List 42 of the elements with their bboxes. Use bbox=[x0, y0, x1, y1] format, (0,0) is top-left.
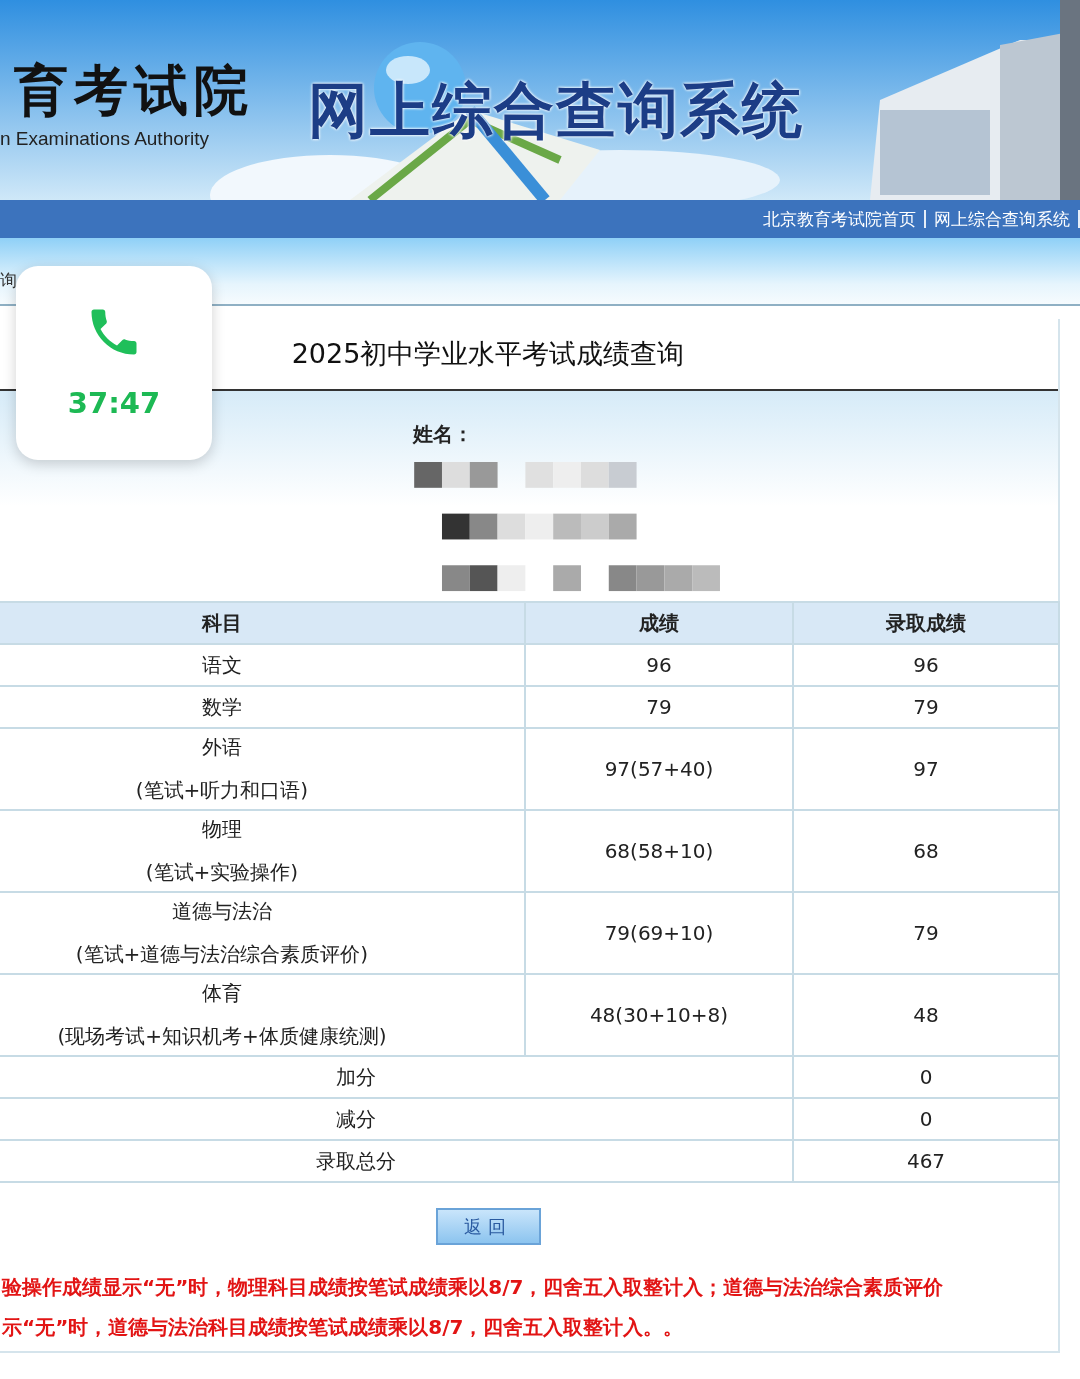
table-cell: 加分 bbox=[0, 1056, 793, 1098]
call-duration: 37:47 bbox=[67, 386, 161, 420]
note-text: 示“无”时，道德与法治科目成绩按笔试成绩乘以8/7，四舍五入取整计入。。 bbox=[2, 1315, 685, 1339]
subject-note: (笔试+道德与法治综合素质评价) bbox=[75, 941, 369, 968]
nav-link[interactable]: 北京教育考试院首页 bbox=[755, 210, 926, 228]
subject-name: 物理 bbox=[202, 816, 242, 843]
table-cell: 减分 bbox=[0, 1098, 793, 1140]
column-header: 成绩 bbox=[525, 602, 793, 644]
subject-name: 道德与法治 bbox=[172, 898, 272, 925]
table-cell: 68 bbox=[793, 810, 1059, 892]
column-header: 科目 bbox=[0, 602, 525, 644]
table-cell: 0 bbox=[793, 1056, 1059, 1098]
table-cell: 96 bbox=[525, 644, 793, 686]
table-cell: 数学 bbox=[0, 686, 525, 728]
table-cell: 79 bbox=[525, 686, 793, 728]
table-cell: 97(57+40) bbox=[525, 728, 793, 810]
table-cell: 467 bbox=[793, 1140, 1059, 1182]
subject-name: 体育 bbox=[202, 980, 242, 1007]
call-overlay[interactable]: 37:47 bbox=[16, 266, 212, 460]
name-label: 姓名： bbox=[413, 421, 473, 448]
table-cell: 语文 bbox=[0, 644, 525, 686]
subject-name: 外语 bbox=[202, 734, 242, 761]
table-cell: 录取总分 bbox=[0, 1140, 793, 1182]
table-cell: 96 bbox=[793, 644, 1059, 686]
return-button[interactable]: 返回 bbox=[435, 1208, 541, 1245]
table-cell: 79 bbox=[793, 892, 1059, 974]
table-cell: 79 bbox=[793, 686, 1059, 728]
table-cell: 68(58+10) bbox=[525, 810, 793, 892]
logo-text: 育考试院 bbox=[14, 58, 254, 122]
subject-note: (现场考试+知识机考+体质健康统测) bbox=[57, 1023, 387, 1050]
table-cell: 79(69+10) bbox=[525, 892, 793, 974]
column-header: 录取成绩 bbox=[793, 602, 1059, 644]
table-cell: 97 bbox=[793, 728, 1059, 810]
nav-link[interactable]: 网上综合查询系统 bbox=[926, 210, 1080, 228]
note-text: 验操作成绩显示“无”时，物理科目成绩按笔试成绩乘以8/7，四舍五入取整计入；道德与法治综合素质评价 bbox=[2, 1275, 945, 1299]
subject-note: (笔试+实验操作) bbox=[145, 859, 299, 886]
table-cell: 48(30+10+8) bbox=[525, 974, 793, 1056]
table-cell: 48 bbox=[793, 974, 1059, 1056]
breadcrumb: 询 bbox=[0, 268, 17, 292]
table-cell: 0 bbox=[793, 1098, 1059, 1140]
subject-note: (笔试+听力和口语) bbox=[135, 777, 309, 804]
logo-subtitle: n Examinations Authority bbox=[0, 128, 211, 150]
